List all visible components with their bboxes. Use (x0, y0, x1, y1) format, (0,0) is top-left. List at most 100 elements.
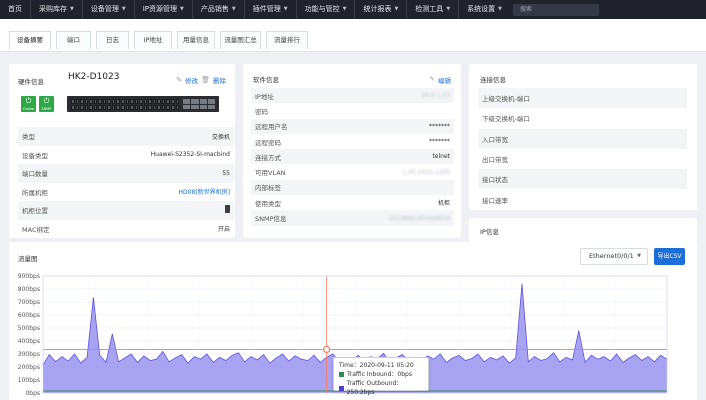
tab-2[interactable]: 日志 (96, 31, 129, 49)
delete-link[interactable]: 删除 (213, 75, 226, 85)
software-row: IP地址 10.0.1.23 (251, 88, 454, 104)
ip-info-card: IP信息 (469, 218, 697, 242)
tab-1[interactable]: 端口 (56, 31, 91, 49)
chart-tooltip: Time：2020-09-11 05:20 Traffic Inbound：0b… (333, 357, 429, 396)
nav-item-4[interactable]: 产品销售 ▼ (193, 0, 244, 19)
nav-item-8[interactable]: 检测工具 ▼ (407, 0, 458, 19)
nav-item-label: 插件管理 (252, 5, 281, 13)
software-title: 软件信息 (253, 76, 279, 84)
tab-5[interactable]: 流量图汇总 (220, 31, 261, 49)
software-row: 远程密码 ******* (251, 134, 454, 149)
connection-row: 入口带宽 (478, 128, 687, 149)
hardware-value: 55 (222, 169, 230, 177)
connection-key: 接口状态 (482, 176, 508, 185)
software-key: 远程密码 (255, 138, 281, 147)
software-table: IP地址 10.0.1.23 密码 远程用户名 ******* 远程密码 ******* 连接… (251, 88, 454, 226)
nav-item-1[interactable]: 采购库存 ▼ (31, 0, 82, 19)
chevron-down-icon: ▼ (498, 6, 503, 12)
hardware-card: 硬件信息 HK2-D1023 ✎ 修改 🗑 删除 ⏻ Online ⏻ SNMP… (9, 64, 235, 238)
power-icon: ⏻ (43, 97, 50, 105)
hardware-table: 类型 交换机 设备类型 Huawei-S2352-SI-macbind 端口数量 55 所属… (18, 127, 234, 238)
legend-swatch-inbound (339, 372, 344, 377)
trash-icon[interactable]: 🗑 (201, 76, 210, 84)
software-value: 1,40,1022,1200 (402, 168, 450, 176)
software-key: 连接方式 (255, 153, 281, 162)
nav-item-5[interactable]: 插件管理 ▼ (245, 0, 296, 19)
connection-title: 连接信息 (480, 76, 506, 84)
status-badge-snmp: ⏻ SNMP (39, 96, 54, 112)
tab-4[interactable]: 用量信息 (177, 31, 215, 49)
export-csv-button[interactable]: 导出CSV (654, 248, 685, 265)
connection-key: 出口带宽 (482, 156, 508, 165)
interface-select[interactable]: Ethernet0/0/1 ▼ (580, 248, 648, 265)
software-value: 机柜 (437, 200, 450, 208)
hardware-value[interactable]: HD08[新世界机房] (179, 187, 230, 196)
status-badge-label: Online (22, 107, 35, 111)
nav-item-9[interactable]: 系统设置 ▼ (459, 0, 510, 19)
software-row: 使用类型 机柜 (251, 195, 454, 210)
software-value: ******* (429, 122, 450, 130)
connection-key: 接口速率 (482, 196, 508, 205)
nav-item-label: 统计报表 (363, 5, 392, 13)
hardware-title: 硬件信息 (18, 78, 44, 86)
software-key: IP地址 (255, 92, 274, 101)
software-key: 远程用户名 (255, 123, 288, 132)
connection-row: 接口状态 (478, 169, 687, 190)
software-row: 连接方式 telnet (251, 149, 454, 165)
chevron-down-icon: ▼ (446, 6, 451, 12)
nav-item-7[interactable]: 统计报表 ▼ (355, 0, 406, 19)
software-row: 远程用户名 ******* (251, 118, 454, 134)
nav-item-label: 系统设置 (467, 5, 496, 13)
nav-item-label: 采购库存 (39, 5, 67, 13)
nav-item-label: 产品销售 (200, 5, 229, 13)
chevron-down-icon: ▼ (283, 6, 288, 12)
tooltip-inbound: Traffic Inbound：0bps (339, 370, 423, 379)
edit-link[interactable]: 修改 (185, 75, 198, 85)
nav-item-label: IP资源管理 (142, 5, 178, 13)
nav-item-label: 功能与管控 (304, 5, 340, 13)
nav-item-0[interactable]: 首页 (0, 0, 30, 19)
nav-item-3[interactable]: IP资源管理 ▼ (135, 0, 192, 19)
tab-3[interactable]: IP地址 (134, 31, 172, 49)
hardware-value: Huawei-S2352-SI-macbind (150, 151, 230, 159)
hardware-value (225, 205, 230, 215)
software-value: 10.0.1.23 (421, 92, 450, 100)
chevron-down-icon: ▼ (70, 6, 74, 12)
software-value: v2c/Wabudnlaedtlrw (388, 214, 450, 222)
power-icon: ⏻ (25, 97, 32, 105)
connection-row: 上级交换机-端口 (478, 88, 687, 109)
software-key: 内部标签 (255, 184, 281, 193)
software-row: 可用VLAN 1,40,1022,1200 (251, 164, 454, 179)
interface-select-value: Ethernet0/0/1 (589, 252, 634, 260)
hardware-row: 机柜位置 (18, 201, 234, 220)
software-row: 密码 (251, 103, 454, 118)
hardware-value: 开启 (217, 226, 230, 234)
hardware-value: 交换机 (211, 133, 230, 141)
chevron-down-icon: ▼ (121, 6, 126, 12)
edit-icon[interactable]: ✎ (176, 76, 182, 84)
hardware-row: 类型 交换机 (18, 127, 234, 146)
connection-key: 入口带宽 (482, 135, 508, 144)
tab-6[interactable]: 流量排行 (266, 31, 308, 49)
edit-link[interactable]: 编辑 (438, 75, 451, 85)
switch-image (67, 96, 219, 112)
search-input[interactable]: 搜索 (513, 4, 599, 16)
hardware-actions: ✎ 修改 🗑 删除 (176, 75, 226, 85)
connection-row: 下级交换机-端口 (478, 108, 687, 128)
software-edit[interactable]: ✎ 编辑 (430, 75, 451, 85)
hardware-row: 端口数量 55 (18, 164, 234, 183)
software-key: 密码 (255, 107, 268, 116)
tab-bar: 设备摘要 端口 日志 IP地址 用量信息 流量图汇总 流量排行 (0, 19, 706, 52)
nav-item-6[interactable]: 功能与管控 ▼ (297, 0, 355, 19)
connection-key: 上级交换机-端口 (482, 95, 530, 104)
hardware-row: MAC绑定 开启 (18, 220, 234, 239)
nav-item-label: 检测工具 (415, 5, 444, 13)
tab-0[interactable]: 设备摘要 (9, 31, 51, 50)
connection-row: 出口带宽 (478, 149, 687, 169)
nav-item-2[interactable]: 设备管理 ▼ (83, 0, 134, 19)
traffic-title: 流量图 (18, 255, 38, 263)
legend-swatch-outbound (339, 385, 344, 391)
chevron-down-icon: ▼ (231, 6, 236, 12)
edit-icon[interactable]: ✎ (430, 75, 435, 85)
software-row: SNMP信息 v2c/Wabudnlaedtlrw (251, 210, 454, 226)
